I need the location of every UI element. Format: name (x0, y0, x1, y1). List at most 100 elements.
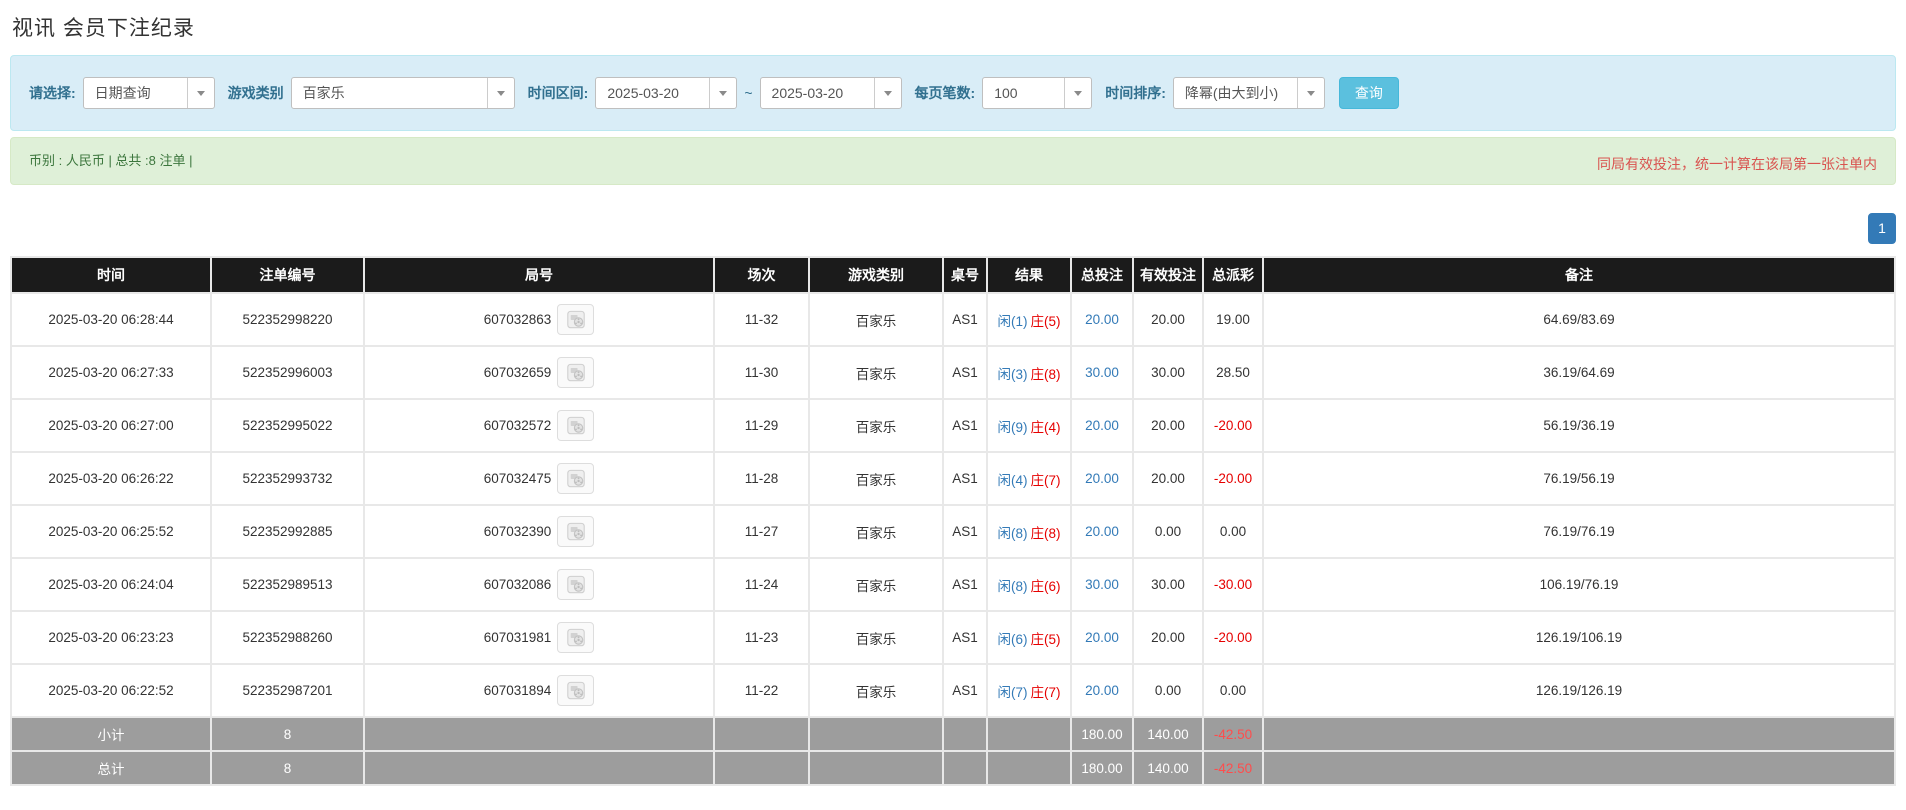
replay-video-icon[interactable] (557, 569, 595, 600)
cell-time: 2025-03-20 06:23:23 (10, 610, 212, 665)
result-player: 闲(3) (997, 366, 1028, 382)
cell-total-bet[interactable]: 30.00 (1070, 345, 1134, 400)
round-id-text: 607032863 (483, 312, 552, 327)
page-title: 视讯 会员下注纪录 (12, 17, 195, 40)
cell-result: 闲(1) 庄(5) (986, 292, 1072, 347)
result-player: 闲(8) (997, 578, 1028, 594)
cell-game-type: 百家乐 (808, 610, 944, 665)
query-type-value: 日期查询 (94, 85, 151, 101)
cell-bet-id: 522352989513 (210, 557, 365, 612)
result-player: 闲(7) (997, 684, 1028, 700)
cell-result: 闲(8) 庄(6) (986, 557, 1072, 612)
total-label: 总计 (10, 750, 212, 786)
cell-total-bet[interactable]: 30.00 (1070, 557, 1134, 612)
cell-game-type: 百家乐 (808, 398, 944, 453)
replay-video-icon[interactable] (557, 516, 595, 547)
col-table-no: 桌号 (942, 256, 988, 294)
cell-total-bet[interactable]: 20.00 (1070, 398, 1134, 453)
total-empty-remark (1262, 750, 1896, 786)
round-id-text: 607032390 (483, 524, 552, 539)
cell-table-no: AS1 (942, 398, 988, 453)
cell-valid-bet: 0.00 (1132, 504, 1204, 559)
total-empty-cell-game-type (808, 750, 944, 786)
page-size-label: 每页笔数: (914, 85, 976, 101)
round-id-text: 607031981 (483, 630, 552, 645)
cell-total-bet[interactable]: 20.00 (1070, 610, 1134, 665)
time-sort-select[interactable]: 降幂(由大到小) (1172, 77, 1325, 109)
query-type-label: 请选择: (29, 85, 76, 101)
cell-time: 2025-03-20 06:25:52 (10, 504, 212, 559)
col-session: 场次 (713, 256, 810, 294)
cell-total-bet[interactable]: 20.00 (1070, 504, 1134, 559)
page-button-1[interactable]: 1 (1868, 213, 1896, 244)
date-to-select[interactable]: 2025-03-20 (759, 77, 902, 109)
chevron-down-icon[interactable] (486, 78, 514, 108)
game-type-select[interactable]: 百家乐 (290, 77, 515, 109)
cell-payout: -30.00 (1202, 557, 1264, 612)
game-type-value: 百家乐 (302, 85, 345, 101)
subtotal-empty-remark (1262, 716, 1896, 752)
subtotal-empty-cell-game-type (808, 716, 944, 752)
cell-remark: 56.19/36.19 (1262, 398, 1896, 453)
page: 视讯 会员下注纪录 请选择: 日期查询 游戏类别 百家乐 时间区间: 2025-… (0, 0, 1906, 786)
col-bet-id: 注单编号 (210, 256, 365, 294)
chevron-down-icon[interactable] (1064, 78, 1091, 108)
round-id-text: 607032572 (483, 418, 552, 433)
cell-time: 2025-03-20 06:27:33 (10, 345, 212, 400)
date-range-separator: ~ (744, 85, 753, 101)
round-id-text: 607032086 (483, 577, 552, 592)
summary-bar: 币别 : 人民币 | 总共 :8 注单 | 同局有效投注，统一计算在该局第一张注… (10, 137, 1896, 185)
col-remark: 备注 (1262, 256, 1896, 294)
cell-game-type: 百家乐 (808, 292, 944, 347)
cell-game-type: 百家乐 (808, 663, 944, 718)
cell-session: 11-27 (713, 504, 810, 559)
cell-round-id: 607032659 (363, 345, 715, 400)
date-range-label: 时间区间: (527, 85, 589, 101)
replay-video-icon[interactable] (557, 304, 595, 335)
cell-round-id: 607031894 (363, 663, 715, 718)
cell-bet-id: 522352993732 (210, 451, 365, 506)
chevron-down-icon[interactable] (186, 78, 214, 108)
cell-time: 2025-03-20 06:28:44 (10, 292, 212, 347)
cell-session: 11-24 (713, 557, 810, 612)
cell-time: 2025-03-20 06:27:00 (10, 398, 212, 453)
cell-table-no: AS1 (942, 663, 988, 718)
replay-video-icon[interactable] (557, 675, 595, 706)
cell-remark: 76.19/56.19 (1262, 451, 1896, 506)
cell-table-no: AS1 (942, 557, 988, 612)
replay-video-icon[interactable] (557, 410, 595, 441)
date-from-select[interactable]: 2025-03-20 (595, 77, 738, 109)
cell-payout: -20.00 (1202, 398, 1264, 453)
cell-session: 11-29 (713, 398, 810, 453)
subtotal-empty-cell-table-no (942, 716, 988, 752)
search-button[interactable]: 查询 (1338, 77, 1399, 109)
col-game-type: 游戏类别 (808, 256, 944, 294)
cell-round-id: 607032863 (363, 292, 715, 347)
cell-bet-id: 522352995022 (210, 398, 365, 453)
query-type-select[interactable]: 日期查询 (82, 77, 215, 109)
cell-game-type: 百家乐 (808, 557, 944, 612)
replay-video-icon[interactable] (557, 357, 595, 388)
cell-bet-id: 522352987201 (210, 663, 365, 718)
replay-video-icon[interactable] (557, 622, 595, 653)
cell-round-id: 607031981 (363, 610, 715, 665)
chevron-down-icon[interactable] (1296, 78, 1324, 108)
cell-total-bet[interactable]: 20.00 (1070, 663, 1134, 718)
col-total-bet: 总投注 (1070, 256, 1134, 294)
chevron-down-icon[interactable] (709, 78, 736, 108)
chevron-down-icon[interactable] (873, 78, 901, 108)
cell-payout: -20.00 (1202, 610, 1264, 665)
page-size-select[interactable]: 100 (982, 77, 1093, 109)
bet-records-table: 时间 注单编号 局号 场次 游戏类别 桌号 结果 总投注 有效投注 总派彩 备注… (10, 256, 1896, 786)
col-valid-bet: 有效投注 (1132, 256, 1204, 294)
cell-total-bet[interactable]: 20.00 (1070, 451, 1134, 506)
col-time: 时间 (10, 256, 212, 294)
table-body: 2025-03-20 06:28:44 522352998220 607032863… (10, 292, 1896, 786)
pagination: 1 (10, 213, 1896, 244)
cell-total-bet[interactable]: 20.00 (1070, 292, 1134, 347)
replay-video-icon[interactable] (557, 463, 595, 494)
cell-remark: 76.19/76.19 (1262, 504, 1896, 559)
result-player: 闲(4) (997, 472, 1028, 488)
cell-remark: 36.19/64.69 (1262, 345, 1896, 400)
total-total-bet: 180.00 (1070, 750, 1134, 786)
